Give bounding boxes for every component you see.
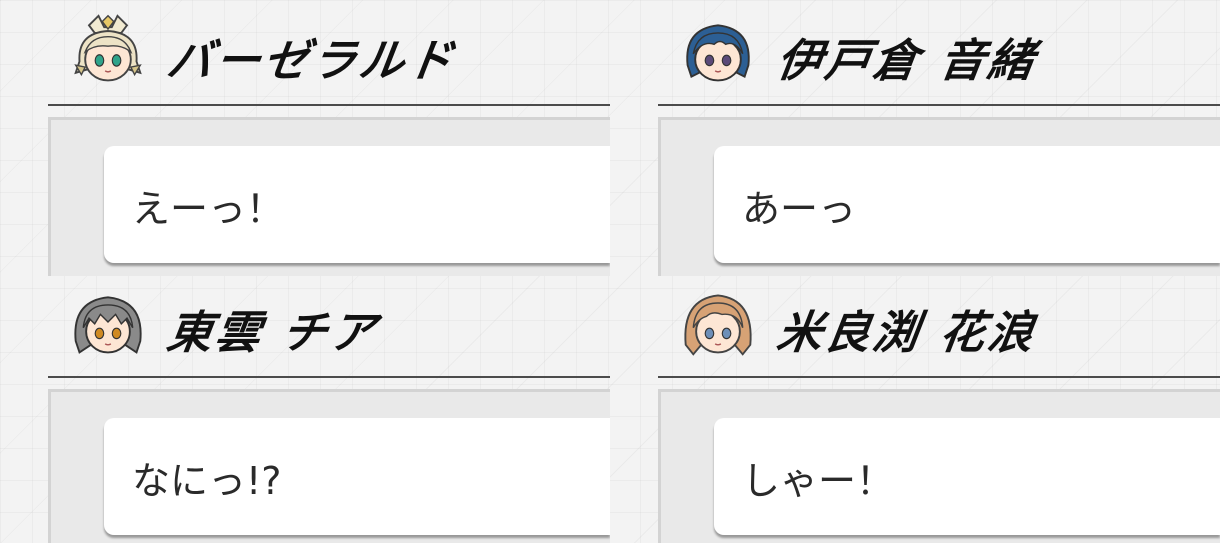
ikura-ao-avatar-icon — [686, 24, 750, 82]
speaker-name: バーゼラルド — [163, 34, 460, 87]
speaker-name: 米良渕 花浪 — [773, 306, 1040, 359]
barzelald-avatar-icon — [74, 14, 142, 82]
speech-text: しゃー！ — [742, 459, 895, 503]
divider — [658, 104, 1220, 106]
speech-area: あーっ — [658, 117, 1220, 276]
speech-text: なにっ!? — [132, 459, 282, 503]
dialogue-panel: バーゼラルド えーっ！ — [48, 0, 610, 276]
dialogue-panel: 米良渕 花浪 しゃー！ — [658, 272, 1220, 543]
divider — [658, 376, 1220, 378]
dialogue-screen: バーゼラルド えーっ！ 伊戸倉 音緒 あーっ 東雲 チア なにっ!? 米良渕 花… — [0, 0, 1220, 543]
speech-bubble: えーっ！ — [104, 146, 610, 263]
speaker-header: 東雲 チア — [48, 272, 610, 376]
dialogue-panel: 東雲 チア なにっ!? — [48, 272, 610, 543]
speech-text: えーっ！ — [132, 187, 285, 231]
speech-text: あーっ — [742, 187, 857, 231]
speech-bubble: なにっ!? — [104, 418, 610, 535]
speech-area: なにっ!? — [48, 389, 610, 543]
speaker-name: 伊戸倉 音緒 — [773, 34, 1040, 87]
speech-area: えーっ！ — [48, 117, 610, 276]
speech-area: しゃー！ — [658, 389, 1220, 543]
speaker-header: 伊戸倉 音緒 — [658, 0, 1220, 104]
speech-bubble: しゃー！ — [714, 418, 1220, 535]
yorafuchi-karen-avatar-icon — [684, 294, 752, 356]
divider — [48, 376, 610, 378]
dialogue-panel: 伊戸倉 音緒 あーっ — [658, 0, 1220, 276]
shinonome-chia-avatar-icon — [74, 296, 142, 354]
speaker-name: 東雲 チア — [163, 306, 382, 359]
divider — [48, 104, 610, 106]
speech-bubble: あーっ — [714, 146, 1220, 263]
speaker-header: バーゼラルド — [48, 0, 610, 104]
speaker-header: 米良渕 花浪 — [658, 272, 1220, 376]
